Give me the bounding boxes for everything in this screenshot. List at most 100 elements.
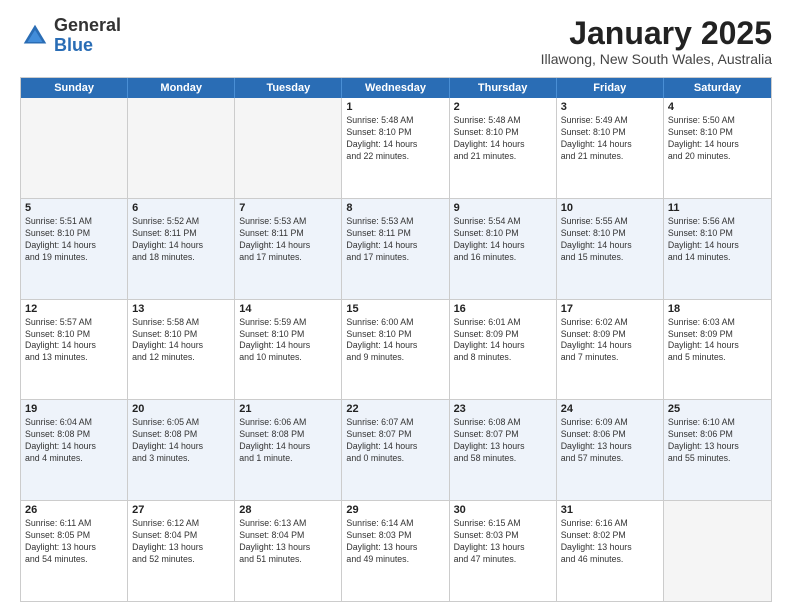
cell-info: Sunrise: 5:53 AM Sunset: 8:11 PM Dayligh… xyxy=(239,216,337,264)
calendar-cell: 22 Sunrise: 6:07 AM Sunset: 8:07 PM Dayli… xyxy=(342,400,449,500)
day-number: 26 xyxy=(25,504,123,516)
cell-info: Sunrise: 6:03 AM Sunset: 8:09 PM Dayligh… xyxy=(668,317,767,365)
month-title: January 2025 xyxy=(541,16,772,51)
cell-info: Sunrise: 6:12 AM Sunset: 8:04 PM Dayligh… xyxy=(132,518,230,566)
calendar-cell: 11 Sunrise: 5:56 AM Sunset: 8:10 PM Dayli… xyxy=(664,199,771,299)
calendar-cell: 26 Sunrise: 6:11 AM Sunset: 8:05 PM Dayli… xyxy=(21,501,128,601)
day-number: 11 xyxy=(668,202,767,214)
cell-info: Sunrise: 5:57 AM Sunset: 8:10 PM Dayligh… xyxy=(25,317,123,365)
day-number: 2 xyxy=(454,101,552,113)
day-number: 18 xyxy=(668,303,767,315)
cell-info: Sunrise: 5:59 AM Sunset: 8:10 PM Dayligh… xyxy=(239,317,337,365)
cell-info: Sunrise: 6:13 AM Sunset: 8:04 PM Dayligh… xyxy=(239,518,337,566)
day-number: 24 xyxy=(561,403,659,415)
cell-info: Sunrise: 6:05 AM Sunset: 8:08 PM Dayligh… xyxy=(132,417,230,465)
header-day-monday: Monday xyxy=(128,78,235,98)
cell-info: Sunrise: 6:08 AM Sunset: 8:07 PM Dayligh… xyxy=(454,417,552,465)
cell-info: Sunrise: 5:48 AM Sunset: 8:10 PM Dayligh… xyxy=(346,115,444,163)
page: General Blue January 2025 Illawong, New … xyxy=(0,0,792,612)
cell-info: Sunrise: 5:55 AM Sunset: 8:10 PM Dayligh… xyxy=(561,216,659,264)
calendar-cell: 13Sunrise: 5:58 AM Sunset: 8:10 PM Dayli… xyxy=(128,300,235,400)
day-number: 22 xyxy=(346,403,444,415)
calendar-body: 1 Sunrise: 5:48 AM Sunset: 8:10 PM Daylig… xyxy=(21,98,771,601)
calendar-cell: 15 Sunrise: 6:00 AM Sunset: 8:10 PM Dayli… xyxy=(342,300,449,400)
cell-info: Sunrise: 6:04 AM Sunset: 8:08 PM Dayligh… xyxy=(25,417,123,465)
cell-info: Sunrise: 5:52 AM Sunset: 8:11 PM Dayligh… xyxy=(132,216,230,264)
calendar-row: 19 Sunrise: 6:04 AM Sunset: 8:08 PM Dayli… xyxy=(21,400,771,501)
day-number: 25 xyxy=(668,403,767,415)
cell-info: Sunrise: 6:11 AM Sunset: 8:05 PM Dayligh… xyxy=(25,518,123,566)
calendar-cell: 14 Sunrise: 5:59 AM Sunset: 8:10 PM Dayli… xyxy=(235,300,342,400)
day-number: 30 xyxy=(454,504,552,516)
calendar-cell: 8 Sunrise: 5:53 AM Sunset: 8:11 PM Daylig… xyxy=(342,199,449,299)
calendar-cell: 5 Sunrise: 5:51 AM Sunset: 8:10 PM Daylig… xyxy=(21,199,128,299)
day-number: 27 xyxy=(132,504,230,516)
cell-info: Sunrise: 6:14 AM Sunset: 8:03 PM Dayligh… xyxy=(346,518,444,566)
calendar-cell: 6 Sunrise: 5:52 AM Sunset: 8:11 PM Daylig… xyxy=(128,199,235,299)
day-number: 21 xyxy=(239,403,337,415)
cell-info: Sunrise: 6:02 AM Sunset: 8:09 PM Dayligh… xyxy=(561,317,659,365)
cell-info: Sunrise: 5:53 AM Sunset: 8:11 PM Dayligh… xyxy=(346,216,444,264)
day-number: 23 xyxy=(454,403,552,415)
logo-icon xyxy=(20,21,50,51)
cell-info: Sunrise: 5:48 AM Sunset: 8:10 PM Dayligh… xyxy=(454,115,552,163)
cell-info: Sunrise: 5:56 AM Sunset: 8:10 PM Dayligh… xyxy=(668,216,767,264)
calendar: SundayMondayTuesdayWednesdayThursdayFrid… xyxy=(20,77,772,602)
calendar-cell: 4 Sunrise: 5:50 AM Sunset: 8:10 PM Daylig… xyxy=(664,98,771,198)
calendar-cell: 29Sunrise: 6:14 AM Sunset: 8:03 PM Dayli… xyxy=(342,501,449,601)
day-number: 4 xyxy=(668,101,767,113)
header-day-sunday: Sunday xyxy=(21,78,128,98)
day-number: 3 xyxy=(561,101,659,113)
day-number: 19 xyxy=(25,403,123,415)
logo-blue: Blue xyxy=(54,35,93,55)
cell-info: Sunrise: 5:49 AM Sunset: 8:10 PM Dayligh… xyxy=(561,115,659,163)
header-day-saturday: Saturday xyxy=(664,78,771,98)
calendar-cell: 27 Sunrise: 6:12 AM Sunset: 8:04 PM Dayli… xyxy=(128,501,235,601)
cell-info: Sunrise: 6:07 AM Sunset: 8:07 PM Dayligh… xyxy=(346,417,444,465)
day-number: 5 xyxy=(25,202,123,214)
cell-info: Sunrise: 5:51 AM Sunset: 8:10 PM Dayligh… xyxy=(25,216,123,264)
calendar-cell: 30 Sunrise: 6:15 AM Sunset: 8:03 PM Dayli… xyxy=(450,501,557,601)
calendar-cell: 28Sunrise: 6:13 AM Sunset: 8:04 PM Dayli… xyxy=(235,501,342,601)
cell-info: Sunrise: 5:54 AM Sunset: 8:10 PM Dayligh… xyxy=(454,216,552,264)
cell-info: Sunrise: 6:10 AM Sunset: 8:06 PM Dayligh… xyxy=(668,417,767,465)
calendar-cell: 9 Sunrise: 5:54 AM Sunset: 8:10 PM Daylig… xyxy=(450,199,557,299)
day-number: 15 xyxy=(346,303,444,315)
calendar-cell: 21 Sunrise: 6:06 AM Sunset: 8:08 PM Dayli… xyxy=(235,400,342,500)
cell-info: Sunrise: 5:50 AM Sunset: 8:10 PM Dayligh… xyxy=(668,115,767,163)
header-day-thursday: Thursday xyxy=(450,78,557,98)
day-number: 1 xyxy=(346,101,444,113)
calendar-cell: 10Sunrise: 5:55 AM Sunset: 8:10 PM Dayli… xyxy=(557,199,664,299)
header: General Blue January 2025 Illawong, New … xyxy=(20,16,772,67)
day-number: 14 xyxy=(239,303,337,315)
title-block: January 2025 Illawong, New South Wales, … xyxy=(541,16,772,67)
calendar-cell: 3 Sunrise: 5:49 AM Sunset: 8:10 PM Daylig… xyxy=(557,98,664,198)
day-number: 6 xyxy=(132,202,230,214)
calendar-row: 12 Sunrise: 5:57 AM Sunset: 8:10 PM Dayli… xyxy=(21,300,771,401)
calendar-cell xyxy=(235,98,342,198)
logo: General Blue xyxy=(20,16,121,56)
cell-info: Sunrise: 6:01 AM Sunset: 8:09 PM Dayligh… xyxy=(454,317,552,365)
header-day-friday: Friday xyxy=(557,78,664,98)
calendar-row: 1 Sunrise: 5:48 AM Sunset: 8:10 PM Daylig… xyxy=(21,98,771,199)
calendar-cell: 17 Sunrise: 6:02 AM Sunset: 8:09 PM Dayli… xyxy=(557,300,664,400)
calendar-cell: 16 Sunrise: 6:01 AM Sunset: 8:09 PM Dayli… xyxy=(450,300,557,400)
day-number: 9 xyxy=(454,202,552,214)
cell-info: Sunrise: 6:16 AM Sunset: 8:02 PM Dayligh… xyxy=(561,518,659,566)
day-number: 20 xyxy=(132,403,230,415)
cell-info: Sunrise: 6:15 AM Sunset: 8:03 PM Dayligh… xyxy=(454,518,552,566)
calendar-cell: 19 Sunrise: 6:04 AM Sunset: 8:08 PM Dayli… xyxy=(21,400,128,500)
day-number: 8 xyxy=(346,202,444,214)
day-number: 16 xyxy=(454,303,552,315)
day-number: 17 xyxy=(561,303,659,315)
header-day-wednesday: Wednesday xyxy=(342,78,449,98)
calendar-cell: 7Sunrise: 5:53 AM Sunset: 8:11 PM Daylig… xyxy=(235,199,342,299)
calendar-cell xyxy=(128,98,235,198)
day-number: 12 xyxy=(25,303,123,315)
calendar-cell: 2 Sunrise: 5:48 AM Sunset: 8:10 PM Daylig… xyxy=(450,98,557,198)
cell-info: Sunrise: 6:06 AM Sunset: 8:08 PM Dayligh… xyxy=(239,417,337,465)
cell-info: Sunrise: 5:58 AM Sunset: 8:10 PM Dayligh… xyxy=(132,317,230,365)
calendar-cell: 18 Sunrise: 6:03 AM Sunset: 8:09 PM Dayli… xyxy=(664,300,771,400)
day-number: 31 xyxy=(561,504,659,516)
cell-info: Sunrise: 6:00 AM Sunset: 8:10 PM Dayligh… xyxy=(346,317,444,365)
